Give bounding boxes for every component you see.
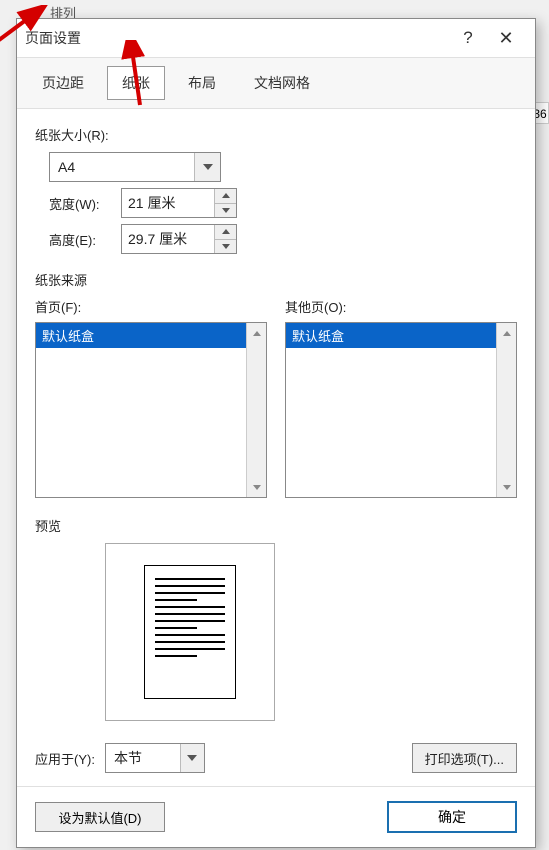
chevron-down-icon[interactable] <box>180 744 204 772</box>
tab-doc-grid[interactable]: 文档网格 <box>239 66 325 100</box>
dialog-footer: 设为默认值(D) 确定 <box>17 786 535 847</box>
apply-to-select[interactable]: 本节 <box>105 743 205 773</box>
scrollbar[interactable] <box>496 323 516 497</box>
scroll-track[interactable] <box>497 343 516 477</box>
first-page-listbox[interactable]: 默认纸盒 <box>35 322 267 498</box>
height-value: 29.7 厘米 <box>128 229 214 249</box>
height-spinner[interactable] <box>214 225 236 253</box>
page-setup-dialog: 页面设置 ? ✕ 页边距 纸张 布局 文档网格 纸张大小(R): A4 宽度(W… <box>16 18 536 848</box>
spin-down-icon[interactable] <box>215 204 236 218</box>
preview-box <box>105 543 275 721</box>
help-icon[interactable]: ? <box>449 28 487 48</box>
paper-source-heading: 纸张来源 <box>35 270 517 289</box>
other-pages-label: 其他页(O): <box>285 297 517 316</box>
tab-paper[interactable]: 纸张 <box>107 66 165 100</box>
tab-margins[interactable]: 页边距 <box>27 66 99 100</box>
spin-up-icon[interactable] <box>215 225 236 240</box>
tab-layout[interactable]: 布局 <box>173 66 231 100</box>
list-item[interactable]: 默认纸盒 <box>36 323 246 348</box>
scroll-up-icon[interactable] <box>247 323 266 343</box>
paper-size-label: 纸张大小(R): <box>35 125 517 144</box>
set-default-button[interactable]: 设为默认值(D) <box>35 802 165 832</box>
scroll-track[interactable] <box>247 343 266 477</box>
paper-size-value: A4 <box>58 159 194 175</box>
preview-page-icon <box>144 565 236 699</box>
height-input[interactable]: 29.7 厘米 <box>121 224 237 254</box>
scroll-down-icon[interactable] <box>497 477 516 497</box>
width-value: 21 厘米 <box>128 193 214 213</box>
scroll-down-icon[interactable] <box>247 477 266 497</box>
list-item[interactable]: 默认纸盒 <box>286 323 496 348</box>
print-options-button[interactable]: 打印选项(T)... <box>412 743 517 773</box>
close-icon[interactable]: ✕ <box>487 28 525 49</box>
paper-size-select[interactable]: A4 <box>49 152 221 182</box>
preview-heading: 预览 <box>35 516 517 535</box>
tabs: 页边距 纸张 布局 文档网格 <box>17 57 535 109</box>
apply-to-value: 本节 <box>114 748 180 768</box>
other-pages-listbox[interactable]: 默认纸盒 <box>285 322 517 498</box>
height-label: 高度(E): <box>49 230 111 249</box>
spin-down-icon[interactable] <box>215 240 236 254</box>
ok-button[interactable]: 确定 <box>387 801 517 833</box>
first-page-label: 首页(F): <box>35 297 267 316</box>
scroll-up-icon[interactable] <box>497 323 516 343</box>
width-input[interactable]: 21 厘米 <box>121 188 237 218</box>
width-spinner[interactable] <box>214 189 236 217</box>
scrollbar[interactable] <box>246 323 266 497</box>
dialog-title: 页面设置 <box>25 28 449 48</box>
chevron-down-icon[interactable] <box>194 153 220 181</box>
width-label: 宽度(W): <box>49 194 111 213</box>
apply-to-label: 应用于(Y): <box>35 749 95 768</box>
titlebar: 页面设置 ? ✕ <box>17 19 535 57</box>
spin-up-icon[interactable] <box>215 189 236 204</box>
